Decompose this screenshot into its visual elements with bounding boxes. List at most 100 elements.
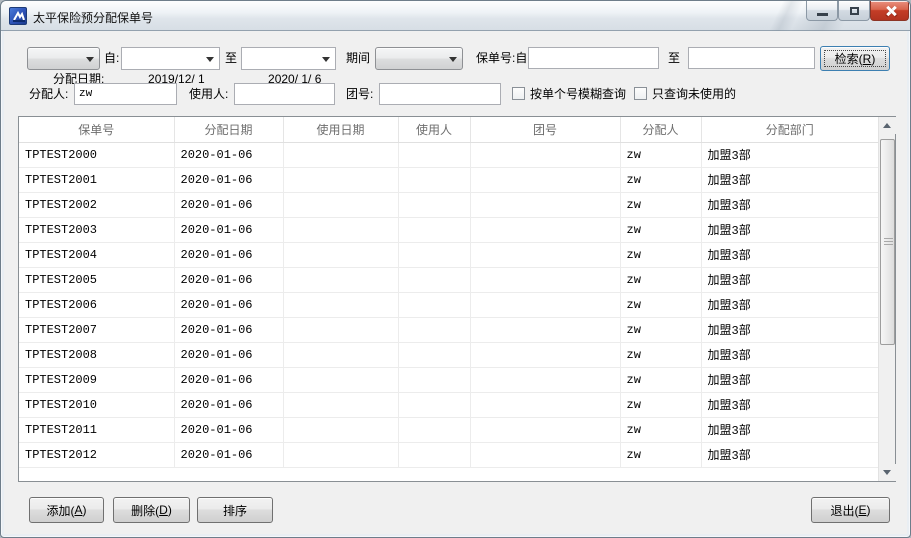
- scrollbar-thumb[interactable]: [880, 139, 895, 345]
- table-cell: [470, 317, 620, 342]
- table-cell: 2020-01-06: [174, 392, 283, 417]
- policy-range-label: 保单号:自: [476, 47, 527, 70]
- table-cell: [470, 242, 620, 267]
- add-button[interactable]: 添加(A): [29, 497, 104, 523]
- table-cell: zw: [620, 417, 701, 442]
- delete-button-accesskey: D: [159, 503, 168, 517]
- table-row[interactable]: TPTEST20092020-01-06zw加盟3部: [19, 367, 878, 392]
- chevron-down-icon: [86, 57, 94, 62]
- table-cell: zw: [620, 342, 701, 367]
- table-cell: TPTEST2007: [19, 317, 174, 342]
- date-from-label: 自:: [104, 47, 119, 70]
- table-row[interactable]: TPTEST20042020-01-06zw加盟3部: [19, 242, 878, 267]
- delete-button-label: 删除(: [131, 502, 159, 519]
- vertical-scrollbar[interactable]: [878, 117, 895, 481]
- minimize-icon: [817, 13, 828, 16]
- search-button[interactable]: 检索(R): [820, 46, 890, 71]
- table-row[interactable]: TPTEST20082020-01-06zw加盟3部: [19, 342, 878, 367]
- date-to-label: 至: [225, 47, 237, 70]
- table-cell: 加盟3部: [701, 392, 878, 417]
- unused-only-checkbox[interactable]: [634, 87, 647, 100]
- table-cell: [470, 167, 620, 192]
- table-cell: zw: [620, 292, 701, 317]
- table-cell: 加盟3部: [701, 317, 878, 342]
- table-cell: [283, 142, 398, 167]
- table-cell: 2020-01-06: [174, 242, 283, 267]
- allocator-input[interactable]: [74, 83, 177, 105]
- close-button[interactable]: [870, 1, 909, 21]
- table-cell: [283, 367, 398, 392]
- exit-button[interactable]: 退出(E): [811, 497, 890, 523]
- table-cell: [470, 217, 620, 242]
- table-cell: zw: [620, 267, 701, 292]
- table-row[interactable]: TPTEST20012020-01-06zw加盟3部: [19, 167, 878, 192]
- table-row[interactable]: TPTEST20102020-01-06zw加盟3部: [19, 392, 878, 417]
- table-cell: TPTEST2004: [19, 242, 174, 267]
- date-to-picker[interactable]: 2020/ 1/ 6: [241, 47, 336, 70]
- table-cell: [283, 167, 398, 192]
- table-cell: 2020-01-06: [174, 292, 283, 317]
- table-cell: [398, 392, 470, 417]
- date-from-picker[interactable]: 2019/12/ 1: [121, 47, 220, 70]
- table-cell: 2020-01-06: [174, 367, 283, 392]
- maximize-button[interactable]: [838, 1, 870, 21]
- table-cell: zw: [620, 242, 701, 267]
- table-cell: [470, 342, 620, 367]
- table-cell: 2020-01-06: [174, 317, 283, 342]
- app-window: 太平保险预分配保单号 分配日期: 自: 2019/12/ 1 至 2020/ 1…: [0, 0, 911, 538]
- column-header[interactable]: 使用人: [398, 117, 470, 142]
- table-row[interactable]: TPTEST20052020-01-06zw加盟3部: [19, 267, 878, 292]
- table-cell: [283, 267, 398, 292]
- add-button-label-end: ): [83, 503, 87, 517]
- column-header[interactable]: 分配人: [620, 117, 701, 142]
- table-cell: [470, 417, 620, 442]
- scroll-up-button[interactable]: [879, 117, 896, 134]
- sort-button[interactable]: 排序: [197, 497, 273, 523]
- policy-from-input[interactable]: [528, 47, 659, 69]
- table-row[interactable]: TPTEST20002020-01-06zw加盟3部: [19, 142, 878, 167]
- table-cell: [283, 442, 398, 467]
- table-cell: [283, 217, 398, 242]
- table-cell: zw: [620, 442, 701, 467]
- scroll-down-button[interactable]: [879, 464, 896, 481]
- unused-only-label[interactable]: 只查询未使用的: [652, 83, 736, 106]
- table-row[interactable]: TPTEST20112020-01-06zw加盟3部: [19, 417, 878, 442]
- chevron-down-icon: [449, 57, 457, 62]
- filter-field-select[interactable]: 分配日期:: [27, 47, 100, 70]
- table-row[interactable]: TPTEST20022020-01-06zw加盟3部: [19, 192, 878, 217]
- table-row[interactable]: TPTEST20122020-01-06zw加盟3部: [19, 442, 878, 467]
- table-cell: 加盟3部: [701, 192, 878, 217]
- table-cell: [470, 192, 620, 217]
- delete-button[interactable]: 删除(D): [113, 497, 190, 523]
- fuzzy-query-label[interactable]: 按单个号模糊查询: [530, 83, 626, 106]
- table-row[interactable]: TPTEST20062020-01-06zw加盟3部: [19, 292, 878, 317]
- table-cell: zw: [620, 167, 701, 192]
- chevron-down-icon: [206, 57, 214, 62]
- column-header[interactable]: 保单号: [19, 117, 174, 142]
- period-select[interactable]: [375, 47, 463, 70]
- table-cell: zw: [620, 392, 701, 417]
- fuzzy-query-checkbox[interactable]: [512, 87, 525, 100]
- table-cell: 2020-01-06: [174, 442, 283, 467]
- table-cell: TPTEST2005: [19, 267, 174, 292]
- policy-to-label: 至: [668, 47, 680, 70]
- table-cell: [398, 292, 470, 317]
- column-header[interactable]: 使用日期: [283, 117, 398, 142]
- allocator-label: 分配人:: [29, 83, 68, 106]
- column-header[interactable]: 团号: [470, 117, 620, 142]
- title-bar[interactable]: 太平保险预分配保单号: [1, 1, 910, 31]
- group-input[interactable]: [379, 83, 501, 105]
- user-input[interactable]: [234, 83, 335, 105]
- minimize-button[interactable]: [806, 1, 838, 21]
- column-header[interactable]: 分配日期: [174, 117, 283, 142]
- table-cell: [398, 417, 470, 442]
- table-cell: [398, 192, 470, 217]
- table-row[interactable]: TPTEST20072020-01-06zw加盟3部: [19, 317, 878, 342]
- table-cell: 加盟3部: [701, 267, 878, 292]
- table-cell: 加盟3部: [701, 367, 878, 392]
- table-header: 保单号分配日期使用日期使用人团号分配人分配部门: [19, 117, 878, 142]
- policy-to-input[interactable]: [688, 47, 815, 69]
- table-row[interactable]: TPTEST20032020-01-06zw加盟3部: [19, 217, 878, 242]
- table-cell: [470, 267, 620, 292]
- column-header[interactable]: 分配部门: [701, 117, 878, 142]
